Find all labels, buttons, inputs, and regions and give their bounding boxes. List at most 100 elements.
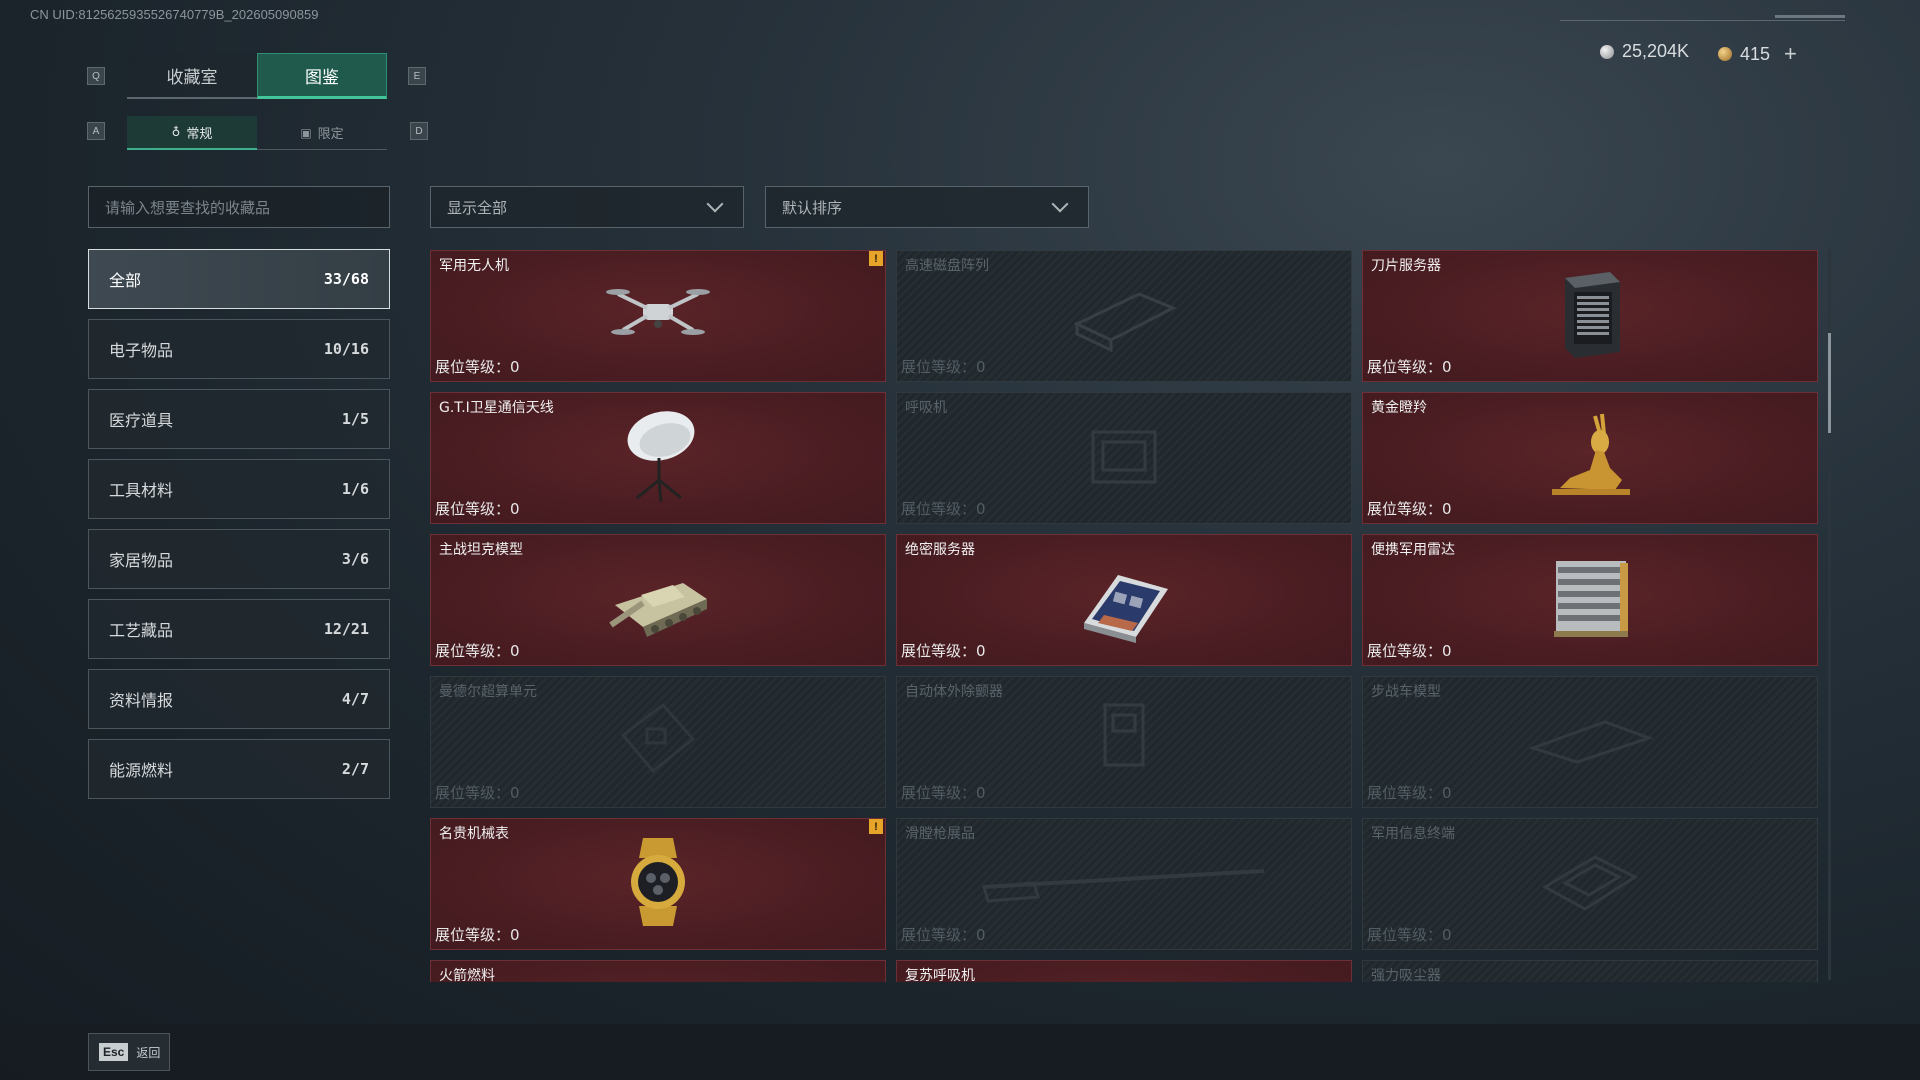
tank-model-icon <box>603 555 713 645</box>
collection-card[interactable]: 曼德尔超算单元展位等级：0 <box>430 676 886 808</box>
limited-icon: ▣ <box>300 125 312 140</box>
card-name: 主战坦克模型 <box>439 542 523 558</box>
chevron-down-icon <box>706 195 724 213</box>
scrollbar-thumb[interactable] <box>1828 333 1831 433</box>
card-level-label: 展位等级： <box>435 926 511 944</box>
card-level-label: 展位等级： <box>901 500 977 518</box>
collection-card[interactable]: 呼吸机 展位等级：0 <box>896 392 1352 524</box>
ventilator-icon <box>1079 416 1169 500</box>
category-electronics[interactable]: 电子物品 10/16 <box>88 319 390 379</box>
category-label: 能源燃料 <box>109 761 174 780</box>
ifv-model-icon <box>1525 710 1655 774</box>
card-level-value: 0 <box>976 500 986 518</box>
collection-card[interactable]: 便携军用雷达展位等级：0 <box>1362 534 1818 666</box>
category-tools[interactable]: 工具材料 1/6 <box>88 459 390 519</box>
card-level-value: 0 <box>976 358 986 376</box>
collection-card[interactable]: 军用无人机展位等级：0! <box>430 250 886 382</box>
back-button[interactable]: Esc 返回 <box>88 1033 170 1071</box>
card-level: 展位等级：0 <box>1367 640 1452 661</box>
card-level-label: 展位等级： <box>1367 358 1443 376</box>
card-name: 军用无人机 <box>439 258 509 274</box>
collection-card[interactable]: 自动体外除颤器展位等级：0 <box>896 676 1352 808</box>
collection-card[interactable]: 步战车模型 展位等级：0 <box>1362 676 1818 808</box>
category-crafts[interactable]: 工艺藏品 12/21 <box>88 599 390 659</box>
card-level: 展位等级：0 <box>1367 498 1452 519</box>
collection-card[interactable]: 军用信息终端 展位等级：0 <box>1362 818 1818 950</box>
category-label: 全部 <box>109 271 142 290</box>
defibrillator-icon <box>1089 695 1159 789</box>
collection-card[interactable]: 绝密服务器 展位等级：0 <box>896 534 1352 666</box>
collection-card[interactable]: 高速磁盘阵列展位等级：0 <box>896 250 1352 382</box>
category-count: 2/7 <box>341 760 369 778</box>
collection-card[interactable]: 滑膛枪展品展位等级：0 <box>896 818 1352 950</box>
collection-card[interactable]: 复苏呼吸机 <box>896 960 1352 982</box>
search-input[interactable]: 请输入想要查找的收藏品 <box>88 186 390 228</box>
tab-collection-room[interactable]: 收藏室 <box>127 53 257 99</box>
musket-icon <box>974 857 1274 911</box>
card-level: 展位等级：0 <box>901 782 986 803</box>
card-name: 高速磁盘阵列 <box>905 258 989 274</box>
card-level-value: 0 <box>976 642 986 660</box>
card-level-value: 0 <box>510 500 520 518</box>
card-name: 名贵机械表 <box>439 826 509 842</box>
satellite-dish-icon <box>613 406 703 510</box>
card-level: 展位等级：0 <box>435 498 520 519</box>
category-medical[interactable]: 医疗道具 1/5 <box>88 389 390 449</box>
collection-card[interactable]: 强力吸尘器 <box>1362 960 1818 982</box>
card-level-label: 展位等级： <box>1367 500 1443 518</box>
silver-currency: 25,204K <box>1600 41 1689 62</box>
prev-subtab-key[interactable]: A <box>87 122 105 140</box>
collection-card[interactable]: 主战坦克模型展位等级：0 <box>430 534 886 666</box>
card-level: 展位等级：0 <box>901 498 986 519</box>
card-level: 展位等级：0 <box>435 356 520 377</box>
collection-card[interactable]: 火箭燃料 <box>430 960 886 982</box>
card-name: 自动体外除颤器 <box>905 684 1003 700</box>
new-alert-icon: ! <box>869 251 883 266</box>
category-all[interactable]: 全部 33/68 <box>88 249 390 309</box>
gold-currency: 415 + <box>1718 41 1797 67</box>
card-level-value: 0 <box>1442 784 1452 802</box>
card-name: 滑膛枪展品 <box>905 826 975 842</box>
sort-dropdown-value: 默认排序 <box>782 198 843 217</box>
category-label: 家居物品 <box>109 551 174 570</box>
card-level: 展位等级：0 <box>435 640 520 661</box>
card-level-label: 展位等级： <box>901 358 977 376</box>
category-household[interactable]: 家居物品 3/6 <box>88 529 390 589</box>
filter-dropdown[interactable]: 显示全部 <box>430 186 744 228</box>
card-level-label: 展位等级： <box>901 642 977 660</box>
subtab-regular[interactable]: ♁ 常规 <box>127 116 257 150</box>
subtab-limited[interactable]: ▣ 限定 <box>257 116 387 150</box>
subtab-regular-label: 常规 <box>186 126 213 142</box>
category-intel[interactable]: 资料情报 4/7 <box>88 669 390 729</box>
collection-card[interactable]: G.T.I卫星通信天线 展位等级：0 <box>430 392 886 524</box>
prev-tab-key[interactable]: Q <box>87 67 105 85</box>
secret-server-icon <box>1074 553 1174 647</box>
next-tab-key[interactable]: E <box>408 67 426 85</box>
blade-server-icon <box>1550 268 1630 364</box>
new-alert-icon: ! <box>869 819 883 834</box>
category-count: 10/16 <box>323 340 369 358</box>
radar-icon <box>1540 553 1640 647</box>
sort-dropdown[interactable]: 默认排序 <box>765 186 1089 228</box>
card-name: 便携军用雷达 <box>1371 542 1455 558</box>
add-currency-icon[interactable]: + <box>1784 41 1797 67</box>
collection-card[interactable]: 黄金瞪羚 展位等级：0 <box>1362 392 1818 524</box>
category-label: 工艺藏品 <box>109 621 174 640</box>
card-name: 曼德尔超算单元 <box>439 684 537 700</box>
uid-label: CN UID:8125625935526740779B_202605090859 <box>30 7 319 22</box>
category-count: 1/5 <box>341 410 369 428</box>
category-count: 33/68 <box>323 270 369 288</box>
collection-card[interactable]: 名贵机械表 展位等级：0! <box>430 818 886 950</box>
card-level: 展位等级：0 <box>435 782 520 803</box>
category-count: 1/6 <box>341 480 369 498</box>
footer-bar <box>0 1024 1920 1080</box>
category-energy[interactable]: 能源燃料 2/7 <box>88 739 390 799</box>
disk-array-icon <box>1069 274 1179 358</box>
card-level: 展位等级：0 <box>901 924 986 945</box>
card-name: 复苏呼吸机 <box>905 968 975 982</box>
top-divider <box>1560 20 1845 21</box>
next-subtab-key[interactable]: D <box>410 122 428 140</box>
card-level-value: 0 <box>976 926 986 944</box>
tab-codex[interactable]: 图鉴 <box>257 53 387 99</box>
collection-card[interactable]: 刀片服务器 展位等级：0 <box>1362 250 1818 382</box>
